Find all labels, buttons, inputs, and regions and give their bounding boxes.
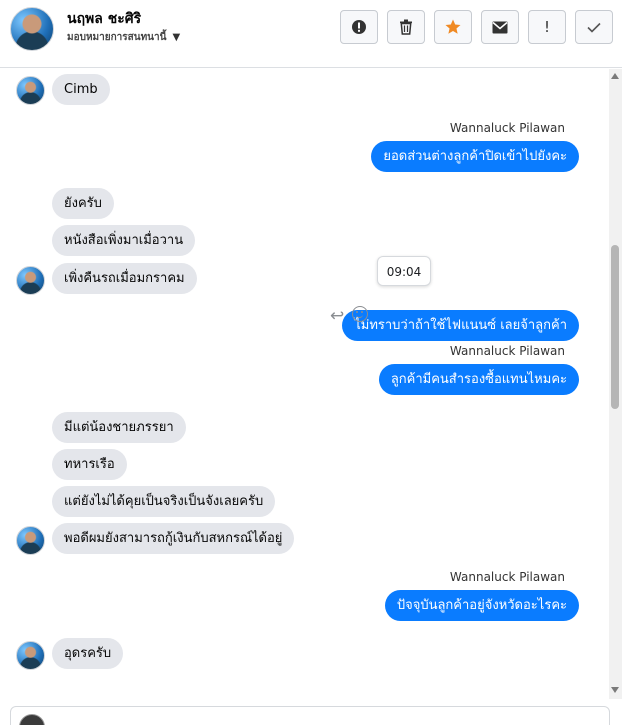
outgoing-message[interactable]: ยอดส่วนต่างลูกค้าปิดเข้าไปยังคะ (371, 141, 579, 172)
contact-name[interactable]: นฤพล ชะศิริ (67, 8, 141, 30)
caret-down-icon: ▼ (172, 32, 181, 43)
sender-name: Wannaluck Pilawan (449, 121, 565, 135)
delete-button[interactable] (387, 10, 425, 44)
incoming-message[interactable]: ยังครับ (52, 188, 114, 219)
incoming-message[interactable]: อุดรครับ (52, 638, 124, 669)
agent-avatar (19, 714, 45, 725)
reply-icon[interactable]: ↩ (330, 306, 344, 326)
exclamation-icon: ! (543, 18, 550, 36)
sender-name: Wannaluck Pilawan (449, 344, 565, 358)
incoming-message[interactable]: ทหารเรือ (52, 449, 127, 480)
trash-icon (400, 19, 412, 35)
incoming-message[interactable]: แต่ยังไม่ได้คุยเป็นจริงเป็นจังเลยครับ (52, 486, 276, 517)
star-icon (445, 19, 461, 34)
assign-conversation-dropdown[interactable]: มอบหมายการสนทนานี้ ▼ (67, 30, 180, 45)
contact-avatar-small[interactable] (16, 526, 45, 555)
outgoing-message[interactable]: ปัจจุบันลูกค้าอยู่จังหวัดอะไรคะ (384, 590, 579, 621)
contact-avatar[interactable] (10, 7, 54, 51)
sender-name: Wannaluck Pilawan (449, 570, 565, 584)
done-button[interactable] (575, 10, 613, 44)
message-thread[interactable]: Cimb Wannaluck Pilawan ยอดส่วนต่างลูกค้า… (0, 69, 609, 699)
incoming-message[interactable]: เพิ่งคืนรถเมื่อมกราคม (52, 263, 197, 294)
conversation-header: นฤพล ชะศิริ มอบหมายการสนทนานี้ ▼ ! (0, 0, 622, 68)
scroll-up-arrow-icon[interactable] (611, 73, 619, 79)
timestamp-tooltip: 09:04 (377, 256, 431, 286)
contact-avatar-small[interactable] (16, 76, 45, 105)
contact-avatar-small[interactable] (16, 266, 45, 295)
check-icon (587, 22, 601, 33)
assign-conversation-label: มอบหมายการสนทนานี้ (67, 32, 167, 43)
outgoing-message[interactable]: ลูกค้ามีคนสำรองซื้อแทนไหมคะ (378, 364, 579, 395)
conversation-toolbar: ! (340, 10, 613, 44)
mark-unread-button[interactable] (481, 10, 519, 44)
outgoing-message[interactable]: ไม่ทราบว่าถ้าใช้ไฟแนนซ์ เลยจ้าลูกค้า (342, 310, 579, 341)
incoming-message[interactable]: มีแต่น้องชายภรรยา (52, 412, 186, 443)
alert-circle-icon (352, 20, 366, 34)
spam-button[interactable] (340, 10, 378, 44)
thread-scrollbar[interactable] (609, 69, 622, 699)
message-composer[interactable] (10, 706, 610, 725)
incoming-message[interactable]: Cimb (52, 74, 110, 105)
mail-icon (492, 21, 508, 33)
contact-avatar-small[interactable] (16, 641, 45, 670)
scrollbar-thumb[interactable] (611, 245, 619, 409)
follow-up-button[interactable]: ! (528, 10, 566, 44)
incoming-message[interactable]: พอดีผมยังสามารถกู้เงินกับสหกรณ์ได้อยู่ (52, 523, 295, 554)
incoming-message[interactable]: หนังสือเพิ่งมาเมื่อวาน (52, 225, 196, 256)
star-button[interactable] (434, 10, 472, 44)
smile-icon[interactable] (352, 306, 368, 322)
scroll-down-arrow-icon[interactable] (611, 687, 619, 693)
